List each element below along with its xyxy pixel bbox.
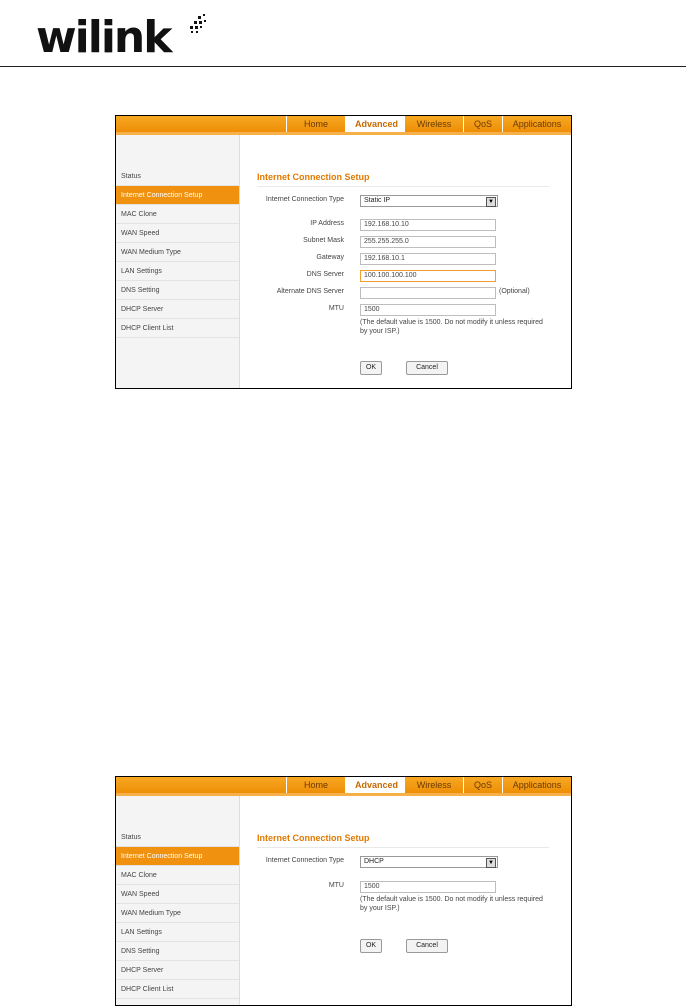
connection-type-value: Static IP — [364, 197, 391, 204]
section-title: Internet Connection Setup — [257, 833, 370, 843]
tab-wireless[interactable]: Wireless — [404, 116, 463, 132]
mtu-hint: (The default value is 1500. Do not modif… — [360, 319, 543, 335]
section-title: Internet Connection Setup — [257, 172, 370, 182]
alternate-dns-row: Alternate DNS Server (Optional) — [240, 287, 570, 300]
sidebar-item-internet-connection-setup[interactable]: Internet Connection Setup — [116, 186, 239, 205]
cancel-button[interactable]: Cancel — [406, 361, 448, 375]
mtu-label: MTU — [328, 882, 344, 889]
tab-qos[interactable]: QoS — [463, 777, 502, 793]
chevron-down-icon[interactable]: ▼ — [486, 197, 496, 207]
dns-server-input[interactable]: 100.100.100.100 — [360, 270, 496, 282]
sidebar-item-mac-clone[interactable]: MAC Clone — [116, 866, 239, 885]
mtu-input[interactable]: 1500 — [360, 881, 496, 893]
router-screenshot-dhcp: Home Advanced Wireless QoS Applications … — [115, 776, 572, 1006]
gateway-label: Gateway — [316, 254, 344, 261]
connection-type-row: Internet Connection Type Static IP ▼ — [240, 195, 570, 208]
top-nav-bar: Home Advanced Wireless QoS Applications — [116, 777, 571, 795]
sidebar-item-wan-speed[interactable]: WAN Speed — [116, 224, 239, 243]
tab-home[interactable]: Home — [286, 116, 345, 132]
sidebar-item-dhcp-client-list[interactable]: DHCP Client List — [116, 980, 239, 999]
mtu-input[interactable]: 1500 — [360, 304, 496, 316]
sidebar-item-dns-setting[interactable]: DNS Setting — [116, 281, 239, 300]
sidebar-item-mac-clone[interactable]: MAC Clone — [116, 205, 239, 224]
gateway-row: Gateway 192.168.10.1 — [240, 253, 570, 266]
main-nav: Home Advanced Wireless QoS Applications — [286, 777, 571, 795]
sidebar-item-wan-speed[interactable]: WAN Speed — [116, 885, 239, 904]
router-screenshot-static-ip: Home Advanced Wireless QoS Applications … — [115, 115, 572, 389]
sidebar: Status Internet Connection Setup MAC Clo… — [116, 135, 240, 388]
sidebar-item-status[interactable]: Status — [116, 828, 239, 847]
subnet-mask-label: Subnet Mask — [303, 237, 344, 244]
sidebar-item-lan-settings[interactable]: LAN Settings — [116, 262, 239, 281]
sidebar-item-wan-medium-type[interactable]: WAN Medium Type — [116, 243, 239, 262]
ip-address-input[interactable]: 192.168.10.10 — [360, 219, 496, 231]
dns-server-row: DNS Server 100.100.100.100 — [240, 270, 570, 283]
subnet-mask-input[interactable]: 255.255.255.0 — [360, 236, 496, 248]
mtu-label: MTU — [328, 305, 344, 312]
optional-note: (Optional) — [499, 288, 530, 295]
content-panel: Internet Connection Setup Internet Conne… — [240, 796, 571, 1005]
connection-type-value: DHCP — [364, 858, 384, 865]
connection-type-select[interactable]: DHCP ▼ — [360, 856, 498, 868]
gateway-input[interactable]: 192.168.10.1 — [360, 253, 496, 265]
ok-button[interactable]: OK — [360, 939, 382, 953]
mtu-row: MTU 1500 — [240, 881, 570, 894]
ip-address-row: IP Address 192.168.10.10 — [240, 219, 570, 232]
alternate-dns-label: Alternate DNS Server — [276, 288, 344, 295]
sidebar-item-wan-medium-type[interactable]: WAN Medium Type — [116, 904, 239, 923]
dns-server-label: DNS Server — [306, 271, 344, 278]
tab-home[interactable]: Home — [286, 777, 345, 793]
ip-address-label: IP Address — [310, 220, 344, 227]
cancel-button[interactable]: Cancel — [406, 939, 448, 953]
main-nav: Home Advanced Wireless QoS Applications — [286, 116, 571, 134]
tab-applications[interactable]: Applications — [502, 777, 571, 793]
ok-button[interactable]: OK — [360, 361, 382, 375]
tab-qos[interactable]: QoS — [463, 116, 502, 132]
wilink-logo: wilink — [36, 10, 206, 66]
sidebar-item-dns-setting[interactable]: DNS Setting — [116, 942, 239, 961]
title-divider — [257, 186, 549, 187]
sidebar-item-dhcp-server[interactable]: DHCP Server — [116, 300, 239, 319]
logo-dots-icon — [190, 14, 206, 33]
top-nav-bar: Home Advanced Wireless QoS Applications — [116, 116, 571, 134]
content-panel: Internet Connection Setup Internet Conne… — [240, 135, 571, 388]
connection-type-row: Internet Connection Type DHCP ▼ — [240, 856, 570, 869]
mtu-row: MTU 1500 — [240, 304, 570, 317]
alternate-dns-input[interactable] — [360, 287, 496, 299]
sidebar-item-internet-connection-setup[interactable]: Internet Connection Setup — [116, 847, 239, 866]
sidebar-item-dhcp-client-list[interactable]: DHCP Client List — [116, 319, 239, 338]
page-header: wilink — [0, 0, 686, 67]
connection-type-select[interactable]: Static IP ▼ — [360, 195, 498, 207]
header-divider — [0, 66, 686, 67]
subnet-mask-row: Subnet Mask 255.255.255.0 — [240, 236, 570, 249]
tab-wireless[interactable]: Wireless — [404, 777, 463, 793]
sidebar-item-dhcp-server[interactable]: DHCP Server — [116, 961, 239, 980]
mtu-hint: (The default value is 1500. Do not modif… — [360, 896, 543, 912]
tab-applications[interactable]: Applications — [502, 116, 571, 132]
sidebar-item-lan-settings[interactable]: LAN Settings — [116, 923, 239, 942]
logo-text: wilink — [36, 12, 172, 63]
chevron-down-icon[interactable]: ▼ — [486, 858, 496, 868]
sidebar-item-status[interactable]: Status — [116, 167, 239, 186]
title-divider — [257, 847, 549, 848]
connection-type-label: Internet Connection Type — [265, 857, 344, 864]
connection-type-label: Internet Connection Type — [265, 196, 344, 203]
sidebar: Status Internet Connection Setup MAC Clo… — [116, 796, 240, 1005]
